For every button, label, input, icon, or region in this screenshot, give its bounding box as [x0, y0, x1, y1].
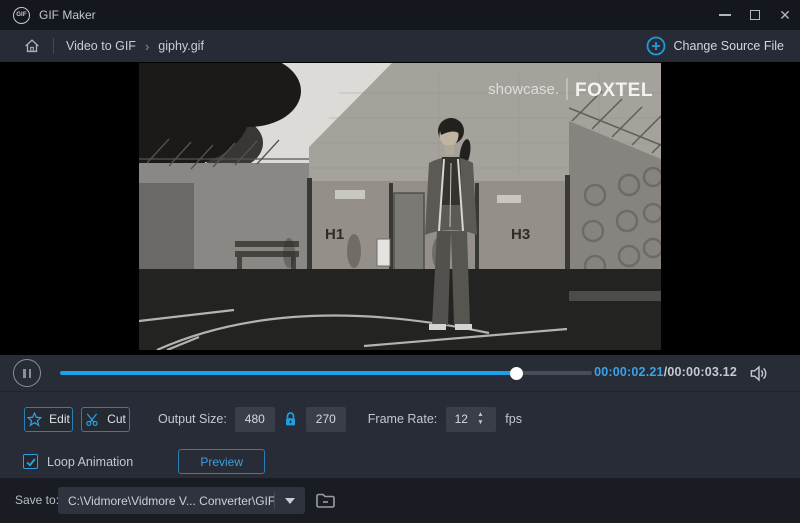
select-divider — [274, 492, 275, 509]
aspect-lock-button[interactable] — [283, 411, 298, 427]
dropdown-arrow-icon — [285, 498, 295, 504]
frame-rate-label: Frame Rate: — [368, 412, 437, 426]
time-display: 00:00:02.21/00:00:03.12 — [594, 365, 737, 379]
fps-label: fps — [505, 412, 522, 426]
scene-wall-label-h3: H3 — [511, 226, 530, 243]
breadcrumb-chevron-icon: › — [145, 39, 149, 54]
edit-star-icon — [27, 412, 42, 427]
edit-button[interactable]: Edit — [24, 407, 73, 432]
progress-fill — [60, 371, 516, 375]
output-width-input[interactable] — [235, 407, 275, 432]
cut-label: Cut — [107, 412, 126, 426]
title-bar: GIF GIF Maker ✕ — [0, 0, 800, 30]
frame-rate-input[interactable] — [446, 412, 476, 426]
video-frame: H1 H3 — [139, 63, 661, 350]
edit-label: Edit — [49, 412, 70, 426]
loop-animation-label: Loop Animation — [47, 455, 133, 469]
save-path-text: C:\Vidmore\Vidmore V... Converter\GIF Ma… — [58, 494, 274, 508]
output-size-label: Output Size: — [158, 412, 227, 426]
minimize-icon — [719, 14, 731, 16]
lock-icon — [283, 411, 298, 427]
pause-icon — [29, 369, 32, 378]
total-time: 00:00:03.12 — [667, 365, 737, 379]
breadcrumb: Video to GIF › giphy.gif Change Source F… — [0, 30, 800, 62]
scene-ground — [139, 269, 661, 350]
minimize-button[interactable] — [710, 0, 740, 30]
spinner-down-icon[interactable]: ▼ — [477, 420, 483, 427]
progress-slider[interactable] — [60, 371, 592, 375]
current-time: 00:00:02.21 — [594, 365, 664, 379]
preview-button[interactable]: Preview — [178, 449, 265, 474]
scene-wall-label-h1: H1 — [325, 226, 344, 243]
close-icon: ✕ — [779, 8, 791, 22]
close-button[interactable]: ✕ — [770, 0, 800, 30]
watermark-foxtel: FOXTEL — [575, 80, 653, 101]
scissors-icon — [85, 412, 100, 427]
playback-row: 00:00:02.21/00:00:03.12 — [0, 355, 800, 392]
folder-icon — [315, 491, 336, 510]
scene-gate — [394, 193, 424, 273]
save-path-select[interactable]: C:\Vidmore\Vidmore V... Converter\GIF Ma… — [58, 487, 305, 514]
video-stage: H1 H3 — [0, 62, 800, 355]
slider-thumb[interactable] — [510, 367, 523, 380]
breadcrumb-divider — [53, 38, 54, 54]
spinner-up-icon[interactable]: ▲ — [477, 412, 483, 419]
options-row: Loop Animation Preview — [0, 445, 800, 478]
gif-maker-window: GIF GIF Maker ✕ Video to GIF › giphy.gif… — [0, 0, 800, 523]
breadcrumb-file: giphy.gif — [158, 39, 204, 53]
change-source-button[interactable]: Change Source File — [646, 36, 784, 56]
cut-button[interactable]: Cut — [81, 407, 130, 432]
browse-folder-button[interactable] — [313, 489, 337, 511]
control-panel: 00:00:02.21/00:00:03.12 Edit — [0, 355, 800, 478]
volume-icon — [749, 364, 768, 383]
save-to-label: Save to: — [15, 493, 59, 507]
footer-bar: Save to: C:\Vidmore\Vidmore V... Convert… — [0, 478, 800, 523]
frame-rate-field: ▲ ▼ — [446, 407, 496, 432]
maximize-icon — [750, 10, 760, 20]
toolbar-row: Edit Cut Output Size: Frame R — [0, 393, 800, 445]
change-source-label: Change Source File — [674, 39, 784, 53]
check-icon — [25, 456, 37, 468]
breadcrumb-section[interactable]: Video to GIF — [66, 39, 136, 53]
pause-button[interactable] — [13, 359, 41, 387]
loop-animation-checkbox[interactable] — [23, 454, 38, 469]
gif-logo-icon: GIF — [13, 7, 30, 24]
home-icon — [23, 37, 41, 55]
pause-icon — [23, 369, 26, 378]
scene-intercom — [377, 239, 390, 266]
volume-button[interactable] — [749, 364, 768, 388]
maximize-button[interactable] — [740, 0, 770, 30]
plus-circle-icon — [646, 36, 666, 56]
window-title: GIF Maker — [39, 8, 96, 22]
output-height-input[interactable] — [306, 407, 346, 432]
watermark-showcase: showcase. — [488, 81, 559, 98]
home-button[interactable] — [23, 37, 41, 55]
